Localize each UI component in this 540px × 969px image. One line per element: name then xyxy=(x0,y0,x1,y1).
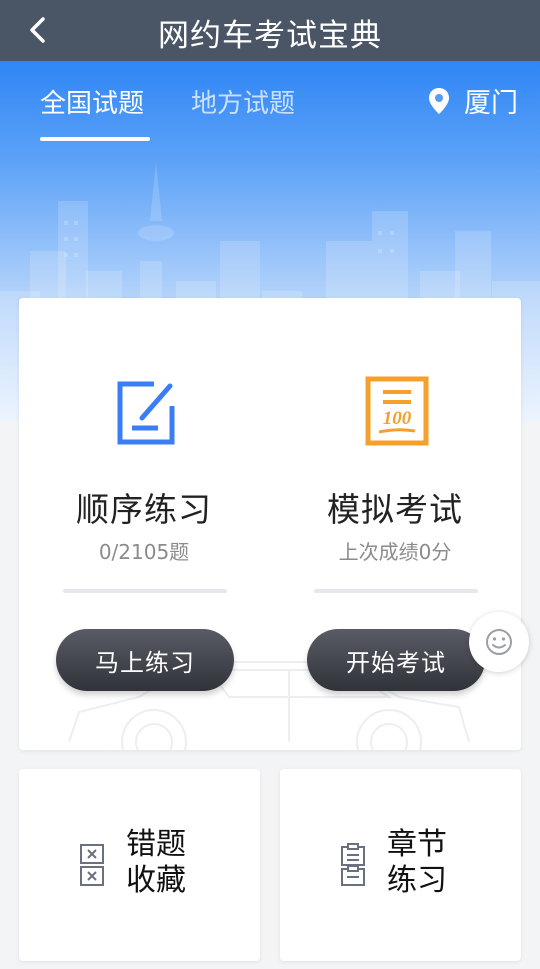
feedback-button[interactable] xyxy=(469,612,529,672)
chapter-practice-label: 章节 练习 xyxy=(387,827,447,898)
tab-local[interactable]: 地方试题 xyxy=(191,83,295,120)
start-practice-button[interactable]: 马上练习 xyxy=(56,629,234,691)
chapter-practice-card[interactable]: 章节 练习 xyxy=(280,769,521,961)
main-practice-card: 顺序练习 0/2105题 马上练习 100 模拟考试 上次成绩0分 开始考试 xyxy=(19,298,521,750)
tab-national[interactable]: 全国试题 xyxy=(40,83,144,120)
sequential-practice[interactable]: 顺序练习 0/2105题 马上练习 xyxy=(19,298,269,750)
tab-active-indicator xyxy=(40,137,150,141)
mock-exam[interactable]: 100 模拟考试 上次成绩0分 开始考试 xyxy=(270,298,520,750)
tab-bar: 全国试题 地方试题 厦门 xyxy=(0,61,540,151)
last-exam-score: 上次成绩0分 xyxy=(338,540,452,564)
smiley-icon xyxy=(486,629,512,655)
mock-exam-label: 模拟考试 xyxy=(327,490,463,529)
score-100-icon: 100 xyxy=(365,376,429,446)
edit-note-icon xyxy=(114,376,178,446)
practice-progress: 0/2105题 xyxy=(98,540,190,564)
practice-progress-bar xyxy=(63,589,227,593)
exam-progress-bar xyxy=(314,589,478,593)
location-selector[interactable]: 厦门 xyxy=(428,81,518,120)
start-exam-button[interactable]: 开始考试 xyxy=(307,629,485,691)
location-city: 厦门 xyxy=(464,88,518,119)
page-title: 网约车考试宝典 xyxy=(158,18,382,54)
svg-text:100: 100 xyxy=(383,408,412,429)
wrong-questions-icon xyxy=(79,843,105,891)
wrong-questions-label: 错题 收藏 xyxy=(126,827,186,898)
sequential-practice-label: 顺序练习 xyxy=(76,490,212,529)
location-pin-icon xyxy=(428,87,450,115)
top-bar: 网约车考试宝典 xyxy=(0,0,540,61)
clipboard-icon xyxy=(340,843,366,891)
wrong-questions-card[interactable]: 错题 收藏 xyxy=(19,769,260,961)
